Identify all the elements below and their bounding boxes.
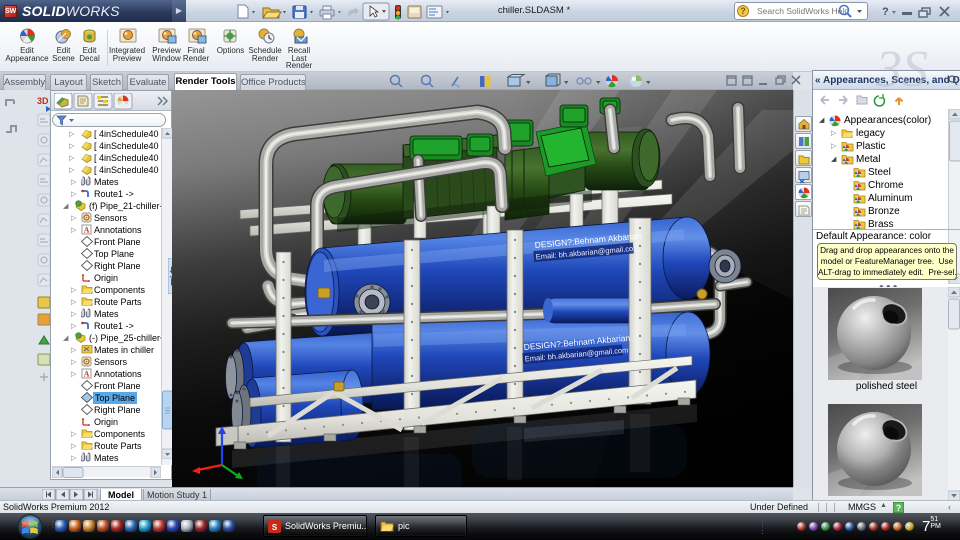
svg-text:?: ? <box>882 6 889 18</box>
svg-text:S: S <box>902 41 928 90</box>
svg-text:A: A <box>84 226 90 235</box>
svg-text:3D: 3D <box>37 96 49 106</box>
svg-text:?: ? <box>896 503 902 513</box>
svg-text:?: ? <box>740 6 746 16</box>
svg-text:3: 3 <box>875 41 902 90</box>
svg-text:S: S <box>272 523 278 532</box>
svg-text:A: A <box>84 370 90 379</box>
